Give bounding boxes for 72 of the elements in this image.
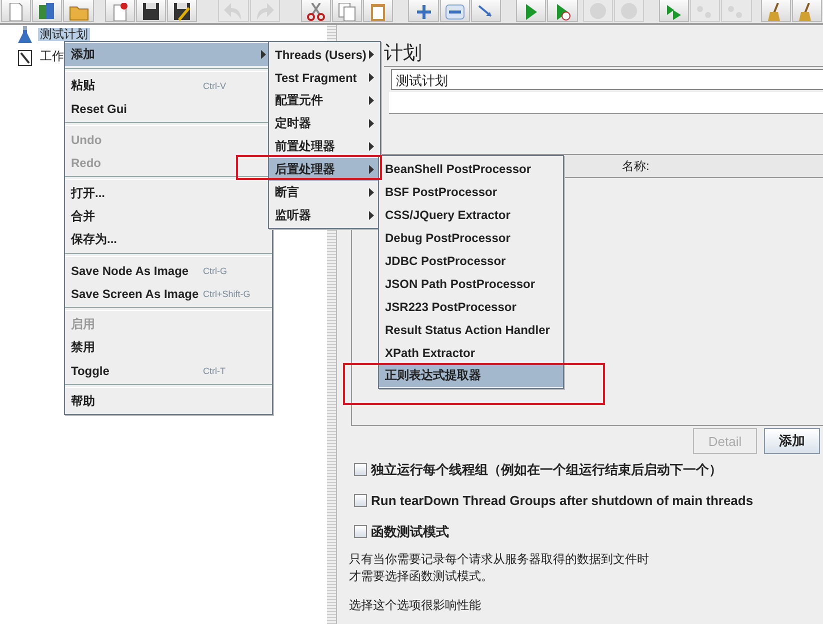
clipboard-button[interactable] — [363, 0, 394, 22]
menu-item[interactable]: 前置处理器 — [269, 135, 380, 158]
broom-button[interactable] — [792, 0, 822, 22]
scissors-icon — [306, 3, 326, 21]
menu-item[interactable]: 监听器 — [269, 204, 380, 227]
doc-button[interactable] — [1, 0, 32, 22]
menu-item[interactable]: Result Status Action Handler — [379, 318, 563, 341]
menu-item[interactable]: 配置元件 — [269, 89, 380, 112]
plus-button[interactable] — [408, 0, 439, 22]
floppy-icon — [140, 3, 161, 21]
menu-item[interactable]: 粘贴 Ctrl-V — [65, 74, 272, 97]
play-circle-button[interactable] — [547, 0, 578, 22]
tree-node[interactable]: 测试计划 — [38, 28, 90, 41]
menu-item[interactable]: Test Fragment — [269, 66, 380, 89]
menu-item[interactable]: Debug PostProcessor — [379, 226, 563, 249]
minus-icon — [444, 3, 465, 21]
add-button[interactable]: 添加 — [764, 428, 820, 454]
floppy-pencil-icon — [172, 3, 192, 21]
menu-item[interactable]: 正则表达式提取器 — [379, 364, 563, 387]
menu-item[interactable]: JSON Path PostProcessor — [379, 272, 563, 295]
menu-item[interactable]: 断言 — [269, 181, 380, 204]
menu-item[interactable]: BSF PostProcessor — [379, 180, 563, 203]
doc-close-button[interactable] — [104, 0, 135, 22]
name-field[interactable]: 测试计划 — [391, 69, 823, 90]
menu-item[interactable]: Toggle Ctrl-T — [65, 359, 272, 382]
tree-node[interactable]: 工作 — [38, 50, 66, 63]
menu-item[interactable]: XPath Extractor — [379, 341, 563, 364]
remote-play-button[interactable] — [658, 0, 690, 22]
checkbox[interactable] — [354, 463, 367, 476]
panel-title: 计划 — [384, 42, 423, 66]
menu-item[interactable]: Threads (Users) — [269, 43, 380, 66]
stack-button[interactable] — [32, 0, 62, 22]
menu-item[interactable]: 禁用 — [65, 336, 272, 359]
folder-button[interactable] — [63, 0, 94, 22]
note-text: 选择这个选项很影响性能 — [349, 597, 482, 614]
undo-icon — [223, 3, 244, 21]
column-header: 名称: — [622, 158, 650, 174]
broom-button[interactable] — [760, 0, 791, 22]
menu-item[interactable]: CSS/JQuery Extractor — [379, 203, 563, 226]
menu-item[interactable]: 合并 — [65, 205, 272, 228]
workbench-icon — [18, 48, 32, 66]
menu-item[interactable]: JDBC PostProcessor — [379, 249, 563, 272]
note-text: 只有当你需要记录每个请求从服务器取得的数据到文件时 — [349, 551, 650, 568]
stop-icon — [588, 3, 608, 21]
scissors-button[interactable] — [300, 0, 331, 22]
menu-item[interactable]: 后置处理器 — [269, 158, 380, 181]
flask-icon — [18, 26, 32, 44]
toggle-button[interactable] — [470, 0, 502, 22]
menu-item[interactable]: 保存为... — [65, 228, 272, 251]
checkbox[interactable] — [354, 494, 367, 507]
menu-item[interactable]: Save Node As Image Ctrl-G — [65, 259, 272, 282]
minus-button[interactable] — [440, 0, 470, 22]
option-label: 函数测试模式 — [371, 522, 449, 540]
menu-item[interactable]: Reset Gui — [65, 97, 272, 120]
copy-icon — [337, 3, 358, 21]
copy-button[interactable] — [332, 0, 362, 22]
menu-item[interactable]: JSR223 PostProcessor — [379, 295, 563, 318]
shutdown-icon — [618, 3, 639, 21]
menu-item[interactable]: Save Screen As Image Ctrl+Shift-G — [65, 282, 272, 305]
option-label: 独立运行每个线程组（例如在一个组运行结束后启动下一个） — [371, 460, 722, 478]
menu-item[interactable]: 打开... — [65, 182, 272, 205]
redo-icon — [254, 3, 275, 21]
menu-item[interactable]: 帮助 — [65, 390, 272, 413]
checkbox[interactable] — [354, 525, 367, 538]
floppy-pencil-button[interactable] — [167, 0, 198, 22]
play-button[interactable] — [516, 0, 546, 22]
menu-item[interactable]: 定时器 — [269, 112, 380, 135]
note-text: 才需要选择函数测试模式。 — [349, 568, 494, 585]
menu-item[interactable]: BeanShell PostProcessor — [379, 157, 563, 180]
floppy-button[interactable] — [136, 0, 166, 22]
option-label: Run tearDown Thread Groups after shutdown of main threads — [371, 493, 754, 508]
comment-field[interactable] — [389, 92, 823, 114]
